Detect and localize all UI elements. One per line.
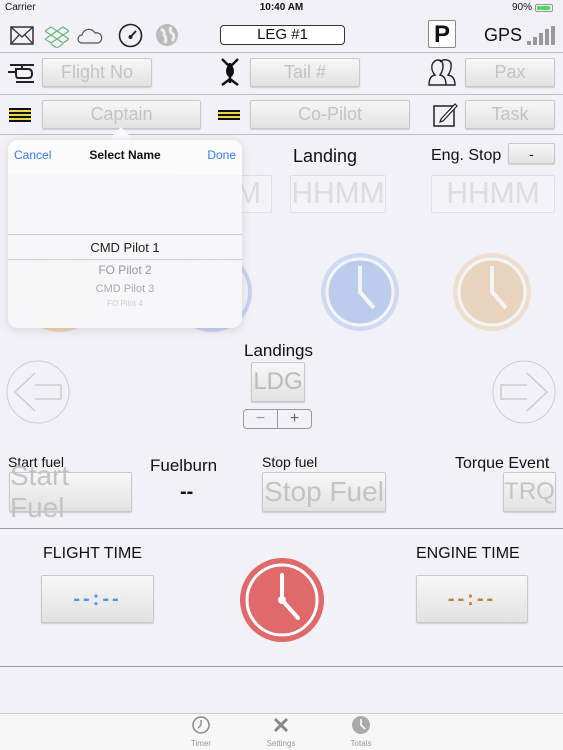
- tab-label: Totals: [350, 739, 372, 748]
- tail-number-button[interactable]: Tail #: [250, 58, 360, 87]
- picker-option[interactable]: FO Pilot 2: [8, 263, 242, 277]
- edit-icon: [433, 103, 458, 127]
- stop-fuel-label: Stop fuel: [262, 454, 318, 470]
- divider: [0, 666, 563, 667]
- pax-button[interactable]: Pax: [465, 58, 555, 87]
- increment-button[interactable]: +: [278, 410, 311, 428]
- battery-percent: 90%: [512, 2, 533, 13]
- helicopter-icon: [8, 64, 34, 83]
- copilot-rank-icon: [218, 110, 240, 120]
- totals-tab-icon: [352, 716, 370, 734]
- landings-button[interactable]: LDG: [251, 362, 305, 402]
- engine-stop-clock-icon[interactable]: [450, 250, 534, 334]
- eng-stop-time-field[interactable]: HHMM: [431, 175, 555, 213]
- mail-icon[interactable]: [10, 26, 34, 45]
- decrement-button[interactable]: −: [244, 410, 278, 428]
- landing-clock-icon[interactable]: [318, 250, 402, 334]
- tab-bar: Timer Settings Totals: [0, 713, 563, 750]
- torque-event-label: Torque Event: [455, 455, 550, 472]
- picker-option[interactable]: FO Pilot 4: [8, 299, 242, 308]
- timer-clock-button[interactable]: [239, 557, 325, 643]
- tail-icon: [221, 58, 239, 86]
- done-button[interactable]: Done: [207, 148, 236, 162]
- settings-tab-icon: [273, 717, 289, 733]
- eng-stop-value[interactable]: -: [508, 143, 555, 164]
- battery-icon: [535, 4, 553, 12]
- divider: [0, 134, 563, 135]
- leg-indicator[interactable]: LEG #1: [220, 25, 345, 45]
- tab-label: Timer: [190, 739, 212, 748]
- divider: [0, 528, 563, 529]
- gps-signal-icon: [527, 26, 555, 45]
- landing-label: Landing: [293, 146, 358, 166]
- task-button[interactable]: Task: [465, 100, 555, 129]
- picker-option[interactable]: CMD Pilot 3: [8, 283, 242, 295]
- fuelburn-label: Fuelburn: [150, 456, 218, 475]
- tab-label: Settings: [266, 739, 296, 748]
- clock-time: 10:40 AM: [259, 2, 304, 13]
- tab-timer[interactable]: Timer: [176, 716, 226, 748]
- tab-settings[interactable]: Settings: [256, 716, 306, 748]
- gps-label: GPS: [484, 25, 523, 45]
- speedometer-icon[interactable]: [118, 23, 143, 48]
- engine-time-value[interactable]: --:--: [416, 575, 528, 623]
- cloud-icon[interactable]: [77, 28, 103, 44]
- timer-tab-icon: [192, 716, 210, 734]
- landing-time-field[interactable]: HHMM: [290, 175, 386, 213]
- divider: [0, 94, 563, 95]
- parking-button[interactable]: P: [428, 20, 456, 48]
- picker-option[interactable]: CMD Pilot 1: [8, 240, 242, 255]
- flight-time-value[interactable]: --:--: [41, 575, 154, 623]
- passengers-icon: [428, 59, 456, 86]
- previous-arrow-icon[interactable]: [5, 359, 71, 425]
- dropbox-icon[interactable]: [45, 24, 69, 48]
- tab-totals[interactable]: Totals: [336, 716, 386, 748]
- landings-stepper[interactable]: − +: [243, 409, 312, 429]
- eng-stop-label: Eng. Stop: [431, 147, 502, 164]
- globe-icon[interactable]: [155, 23, 179, 47]
- start-fuel-button[interactable]: Start Fuel: [9, 460, 132, 523]
- engine-time-label: ENGINE TIME: [416, 545, 520, 562]
- next-arrow-icon[interactable]: [491, 359, 557, 425]
- divider: [0, 52, 563, 53]
- select-name-popover: Cancel Select Name Done CMD Pilot 1 FO P…: [8, 140, 242, 328]
- fuelburn-value: --: [180, 481, 194, 503]
- copilot-button[interactable]: Co-Pilot: [250, 100, 410, 129]
- captain-button[interactable]: Captain: [42, 100, 201, 129]
- captain-rank-icon: [9, 108, 31, 122]
- flight-no-button[interactable]: Flight No: [42, 58, 152, 87]
- stop-fuel-button[interactable]: Stop Fuel: [262, 472, 386, 512]
- landings-label: Landings: [244, 341, 314, 360]
- flight-time-label: FLIGHT TIME: [43, 545, 142, 562]
- torque-button[interactable]: TRQ: [503, 472, 556, 512]
